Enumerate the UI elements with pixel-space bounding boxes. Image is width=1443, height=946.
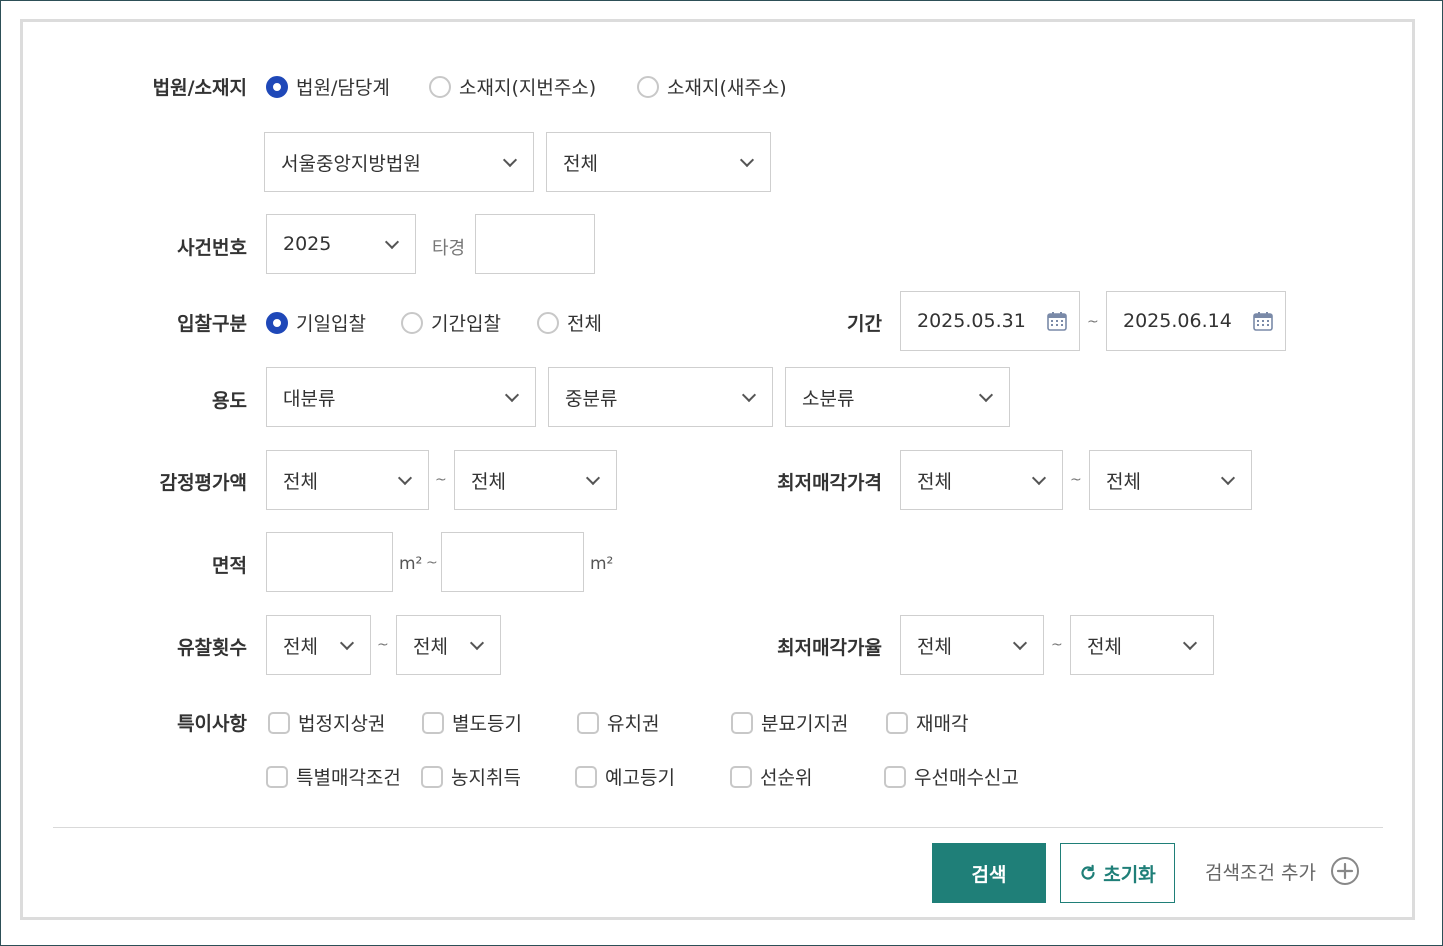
check-separate-registration[interactable]: 별도등기 [422, 709, 522, 736]
plus-circle-icon [1330, 856, 1360, 886]
chevron-down-icon [397, 470, 413, 486]
case-type-label: 타경 [432, 238, 466, 259]
date-from-input[interactable]: 2025.05.31 [900, 291, 1080, 351]
checkbox-icon [577, 711, 599, 734]
checkbox-icon [421, 765, 443, 788]
area-from-input[interactable] [266, 532, 393, 592]
fail-count-label: 유찰횟수 [177, 637, 247, 659]
divider [53, 827, 1383, 828]
chevron-down-icon [741, 387, 757, 403]
court-label: 법원/소재지 [152, 77, 247, 99]
check-preemptive-purchase[interactable]: 우선매수신고 [884, 763, 1019, 790]
chevron-down-icon [339, 635, 355, 651]
check-lien[interactable]: 유치권 [577, 709, 659, 736]
chevron-down-icon [1182, 635, 1198, 651]
check-senior-rights[interactable]: 선순위 [730, 763, 812, 790]
checkbox-icon [268, 711, 290, 734]
tilde: ~ [435, 472, 447, 488]
min-rate-from-select[interactable]: 전체 [900, 615, 1044, 675]
min-rate-to-select[interactable]: 전체 [1070, 615, 1214, 675]
checkbox-icon [266, 765, 288, 788]
checkbox-icon [884, 765, 906, 788]
usage-major-select[interactable]: 대분류 [266, 367, 536, 427]
radio-off-icon [637, 75, 659, 98]
chevron-down-icon [504, 387, 520, 403]
checkbox-icon [731, 711, 753, 734]
check-grave-site[interactable]: 분묘기지권 [731, 709, 848, 736]
radio-bid-all[interactable]: 전체 [537, 309, 602, 336]
fail-count-to-select[interactable]: 전체 [396, 615, 501, 675]
court-select[interactable]: 서울중앙지방법원 [264, 132, 534, 192]
reset-button[interactable]: 초기화 [1060, 843, 1175, 903]
chevron-down-icon [469, 635, 485, 651]
date-to-input[interactable]: 2025.06.14 [1106, 291, 1286, 351]
appraisal-from-select[interactable]: 전체 [266, 450, 429, 510]
check-farmland[interactable]: 농지취득 [421, 763, 521, 790]
radio-off-icon [537, 311, 559, 334]
radio-bid-period[interactable]: 기간입찰 [401, 309, 501, 336]
dept-select[interactable]: 전체 [546, 132, 771, 192]
checkbox-icon [730, 765, 752, 788]
special-label: 특이사항 [177, 713, 247, 735]
case-number-input[interactable] [475, 214, 595, 274]
min-rate-label: 최저매각가율 [777, 637, 882, 659]
radio-on-icon [266, 311, 288, 334]
min-price-from-select[interactable]: 전체 [900, 450, 1063, 510]
add-condition-button[interactable]: 검색조건 추가 [1205, 856, 1360, 886]
calendar-icon[interactable] [1047, 311, 1067, 331]
appraisal-label: 감정평가액 [159, 472, 247, 494]
chevron-down-icon [739, 152, 755, 168]
check-preliminary-registration[interactable]: 예고등기 [575, 763, 675, 790]
check-statutory-superficies[interactable]: 법정지상권 [268, 709, 385, 736]
case-label: 사건번호 [177, 237, 247, 259]
appraisal-to-select[interactable]: 전체 [454, 450, 617, 510]
chevron-down-icon [1012, 635, 1028, 651]
area-unit: m² [399, 554, 423, 574]
min-price-label: 최저매각가격 [777, 472, 882, 494]
tilde: ~ [1070, 472, 1082, 488]
chevron-down-icon [978, 387, 994, 403]
check-special-condition[interactable]: 특별매각조건 [266, 763, 401, 790]
radio-bid-date[interactable]: 기일입찰 [266, 309, 366, 336]
chevron-down-icon [502, 152, 518, 168]
radio-on-icon [266, 75, 288, 98]
chevron-down-icon [384, 234, 400, 250]
tilde: ~ [377, 637, 389, 653]
chevron-down-icon [1031, 470, 1047, 486]
area-label: 면적 [212, 555, 247, 577]
tilde: ~ [1087, 314, 1099, 330]
usage-minor-select[interactable]: 소분류 [785, 367, 1010, 427]
usage-label: 용도 [212, 390, 247, 412]
bid-label: 입찰구분 [177, 313, 247, 335]
radio-location-lot[interactable]: 소재지(지번주소) [429, 73, 596, 100]
refresh-icon [1079, 864, 1097, 882]
chevron-down-icon [1220, 470, 1236, 486]
checkbox-icon [575, 765, 597, 788]
calendar-icon[interactable] [1253, 311, 1273, 331]
fail-count-from-select[interactable]: 전체 [266, 615, 371, 675]
radio-court-dept[interactable]: 법원/담당계 [266, 73, 390, 100]
tilde: ~ [1051, 637, 1063, 653]
period-label: 기간 [847, 313, 882, 335]
check-resale[interactable]: 재매각 [886, 709, 968, 736]
area-to-input[interactable] [441, 532, 584, 592]
tilde: ~ [426, 555, 438, 571]
checkbox-icon [886, 711, 908, 734]
area-unit: m² [590, 554, 614, 574]
radio-off-icon [429, 75, 451, 98]
checkbox-icon [422, 711, 444, 734]
search-button[interactable]: 검색 [932, 843, 1046, 903]
radio-location-road[interactable]: 소재지(새주소) [637, 73, 787, 100]
case-year-select[interactable]: 2025 [266, 214, 416, 274]
min-price-to-select[interactable]: 전체 [1089, 450, 1252, 510]
radio-off-icon [401, 311, 423, 334]
chevron-down-icon [585, 470, 601, 486]
usage-middle-select[interactable]: 중분류 [548, 367, 773, 427]
